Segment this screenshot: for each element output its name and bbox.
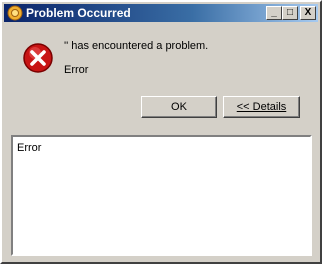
details-content: Error xyxy=(17,142,42,154)
details-text-area[interactable]: Error xyxy=(11,135,312,256)
dialog-window: Problem Occurred _ □ X '' has encountere… xyxy=(0,0,322,264)
details-button[interactable]: << Details xyxy=(223,96,300,118)
error-subtext: Error xyxy=(64,64,89,76)
app-icon xyxy=(7,5,23,21)
close-button[interactable]: X xyxy=(300,6,316,20)
title-bar[interactable]: Problem Occurred _ □ X xyxy=(4,4,318,22)
details-button-label: << Details xyxy=(236,101,287,113)
ok-button-label: OK xyxy=(171,101,187,113)
error-icon xyxy=(23,43,53,73)
window-title: Problem Occurred xyxy=(26,6,131,20)
maximize-button[interactable]: □ xyxy=(282,6,298,20)
ok-button[interactable]: OK xyxy=(141,96,217,118)
minimize-button[interactable]: _ xyxy=(266,6,282,20)
error-message: '' has encountered a problem. xyxy=(64,40,209,52)
